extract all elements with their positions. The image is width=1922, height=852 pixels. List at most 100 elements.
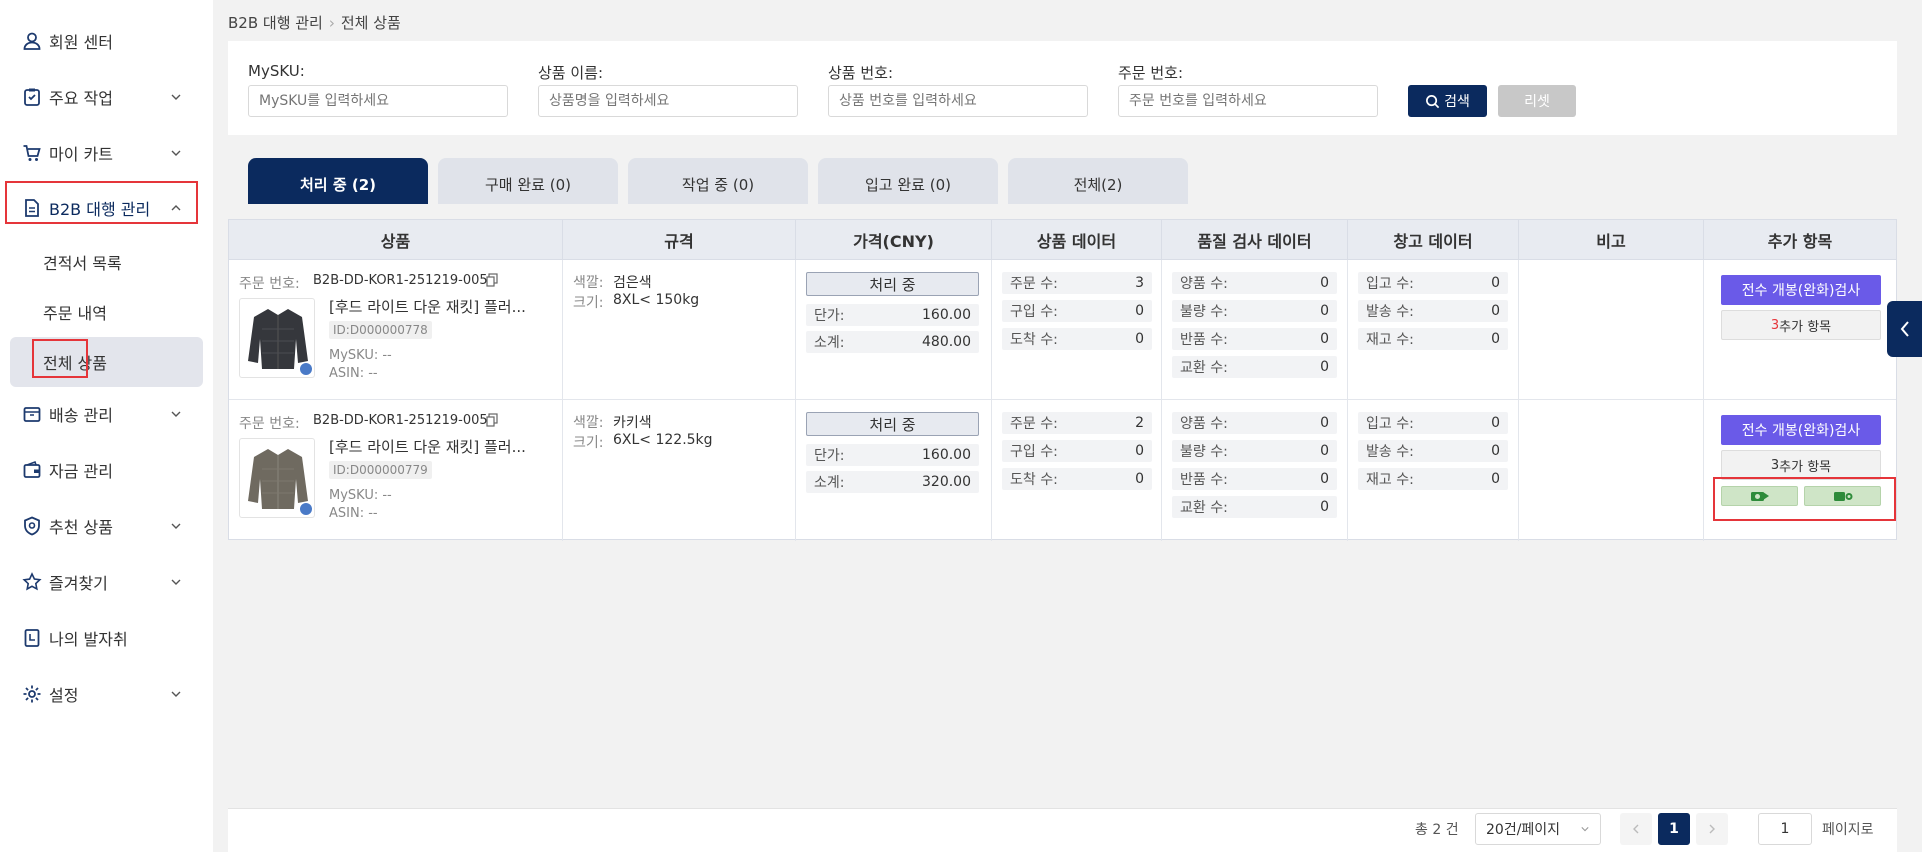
good-label: 양품 수: (1180, 276, 1228, 292)
product-number-input[interactable] (828, 85, 1088, 117)
color-label: 색깔: (573, 415, 604, 431)
arrived-label: 도착 수: (1010, 332, 1058, 348)
chevron-left-icon (1633, 824, 1639, 834)
sidebar-item-my-cart[interactable]: 마이 카트 (0, 130, 213, 176)
purchased-label: 구입 수: (1010, 444, 1058, 460)
breadcrumb-separator-icon: › (328, 14, 335, 32)
shipped-count: 발송 수: 0 (1358, 300, 1508, 322)
subtotal-value: 320.00 (922, 474, 971, 490)
product-thumbnail[interactable] (239, 438, 315, 518)
inbound-label: 입고 수: (1366, 416, 1414, 432)
good-value: 0 (1320, 275, 1329, 291)
tab-in-work[interactable]: 작업 중 (0) (628, 158, 808, 204)
goto-page-input[interactable]: 1 (1758, 813, 1812, 845)
copy-icon[interactable] (486, 413, 498, 427)
tab-purchase-complete[interactable]: 구매 완료 (0) (438, 158, 618, 204)
exchanged-value: 0 (1320, 359, 1329, 375)
sidebar-item-member-center[interactable]: 회원 센터 (0, 18, 213, 64)
page-size-value: 20건/페이지 (1486, 822, 1561, 838)
tab-processing[interactable]: 처리 중 (2) (248, 158, 428, 204)
product-name-input[interactable] (538, 85, 798, 117)
size-value: 8XL< 150kg (613, 292, 700, 308)
row-divider (229, 399, 1896, 400)
defect-value: 0 (1320, 303, 1329, 319)
chevron-down-icon (1581, 827, 1589, 832)
column-divider (1518, 260, 1519, 541)
defect-count: 불량 수: 0 (1172, 440, 1337, 462)
column-header-product: 상품 (229, 220, 563, 260)
next-page-button[interactable] (1696, 813, 1728, 845)
full-inspection-button[interactable]: 전수 개봉(완화)검사 (1721, 275, 1881, 305)
copy-icon[interactable] (486, 273, 498, 287)
sidebar-item-my-footprint[interactable]: 나의 발자취 (0, 615, 213, 661)
mysku-label: MySKU: (248, 62, 305, 80)
tab-all[interactable]: 전체(2) (1008, 158, 1188, 204)
sidebar-subitem-order-history[interactable]: 주문 내역 (0, 287, 213, 337)
returned-label: 반품 수: (1180, 332, 1228, 348)
defect-label: 불량 수: (1180, 304, 1228, 320)
arrived-value: 0 (1135, 331, 1144, 347)
order-number-input[interactable] (1118, 85, 1378, 117)
arrived-count: 도착 수: 0 (1002, 468, 1152, 490)
product-title[interactable]: [후드 라이트 다운 재킷] 플러... (329, 296, 526, 317)
product-thumbnail[interactable] (239, 298, 315, 378)
goto-page-label: 페이지로 (1822, 822, 1874, 838)
asin-value: ASIN: -- (329, 506, 378, 521)
sidebar-item-shipping[interactable]: 배송 관리 (0, 391, 213, 437)
reset-button-label: 리셋 (1524, 94, 1550, 110)
product-number-label: 상품 번호: (828, 64, 894, 82)
gear-icon (23, 685, 41, 703)
footprint-icon (24, 629, 40, 647)
reset-button[interactable]: 리셋 (1498, 85, 1576, 117)
stock-count: 재고 수: 0 (1358, 468, 1508, 490)
column-divider (795, 260, 796, 541)
page-size-select[interactable]: 20건/페이지 (1475, 813, 1601, 845)
unit-price: 단가: 160.00 (806, 444, 979, 466)
sidebar-item-recommended[interactable]: 추천 상품 (0, 503, 213, 549)
extra-items-label: 추가 항목 (1779, 459, 1832, 475)
inbound-count: 입고 수: 0 (1358, 412, 1508, 434)
sidebar-item-favorites[interactable]: 즐겨찾기 (0, 559, 213, 605)
extra-items-button[interactable]: 3 추가 항목 (1721, 450, 1881, 480)
side-panel-toggle[interactable] (1887, 301, 1922, 357)
page-button-current[interactable]: 1 (1658, 813, 1690, 845)
sidebar-subitem-label: 견적서 목록 (43, 254, 122, 273)
shipped-count: 발송 수: 0 (1358, 440, 1508, 462)
full-inspection-button[interactable]: 전수 개봉(완화)검사 (1721, 415, 1881, 445)
jacket-image (248, 449, 312, 515)
sidebar-item-label: 추천 상품 (49, 518, 113, 537)
color-label: 색깔: (573, 275, 604, 291)
chevron-down-icon (171, 691, 181, 697)
ordered-label: 주문 수: (1010, 416, 1058, 432)
breadcrumb-parent[interactable]: B2B 대행 관리 (228, 14, 323, 32)
purchased-count: 구입 수: 0 (1002, 440, 1152, 462)
tab-inbound-complete[interactable]: 입고 완료 (0) (818, 158, 998, 204)
sidebar-item-main-tasks[interactable]: 주요 작업 (0, 74, 213, 120)
good-label: 양품 수: (1180, 416, 1228, 432)
ordered-label: 주문 수: (1010, 276, 1058, 292)
mysku-value: MySKU: -- (329, 488, 392, 503)
subtotal-label: 소계: (814, 475, 845, 491)
subtotal: 소계: 480.00 (806, 331, 979, 353)
exchanged-count: 교환 수: 0 (1172, 496, 1337, 518)
sidebar: 회원 센터 주요 작업 마이 카트 B2B 대행 관리 견적서 목록 주문 내역… (0, 0, 213, 852)
prev-page-button[interactable] (1620, 813, 1652, 845)
chevron-down-icon (171, 523, 181, 529)
purchased-label: 구입 수: (1010, 304, 1058, 320)
stock-value: 0 (1491, 331, 1500, 347)
extra-items-button[interactable]: 3 추가 항목 (1721, 310, 1881, 340)
tab-label: 입고 완료 (0) (865, 175, 951, 194)
sidebar-item-settings[interactable]: 설정 (0, 671, 213, 717)
size-value: 6XL< 122.5kg (613, 432, 713, 448)
product-title[interactable]: [후드 라이트 다운 재킷] 플러... (329, 436, 526, 457)
search-button[interactable]: 검색 (1408, 85, 1487, 117)
sidebar-item-label: 자금 관리 (49, 462, 113, 481)
mysku-input[interactable] (248, 85, 508, 117)
chevron-down-icon (171, 94, 181, 100)
size-label: 크기: (573, 435, 604, 451)
sidebar-item-funds[interactable]: 자금 관리 (0, 447, 213, 493)
sidebar-subitem-quote-list[interactable]: 견적서 목록 (0, 237, 213, 287)
purchased-value: 0 (1135, 443, 1144, 459)
arrived-count: 도착 수: 0 (1002, 328, 1152, 350)
unit-price-label: 단가: (814, 308, 845, 324)
